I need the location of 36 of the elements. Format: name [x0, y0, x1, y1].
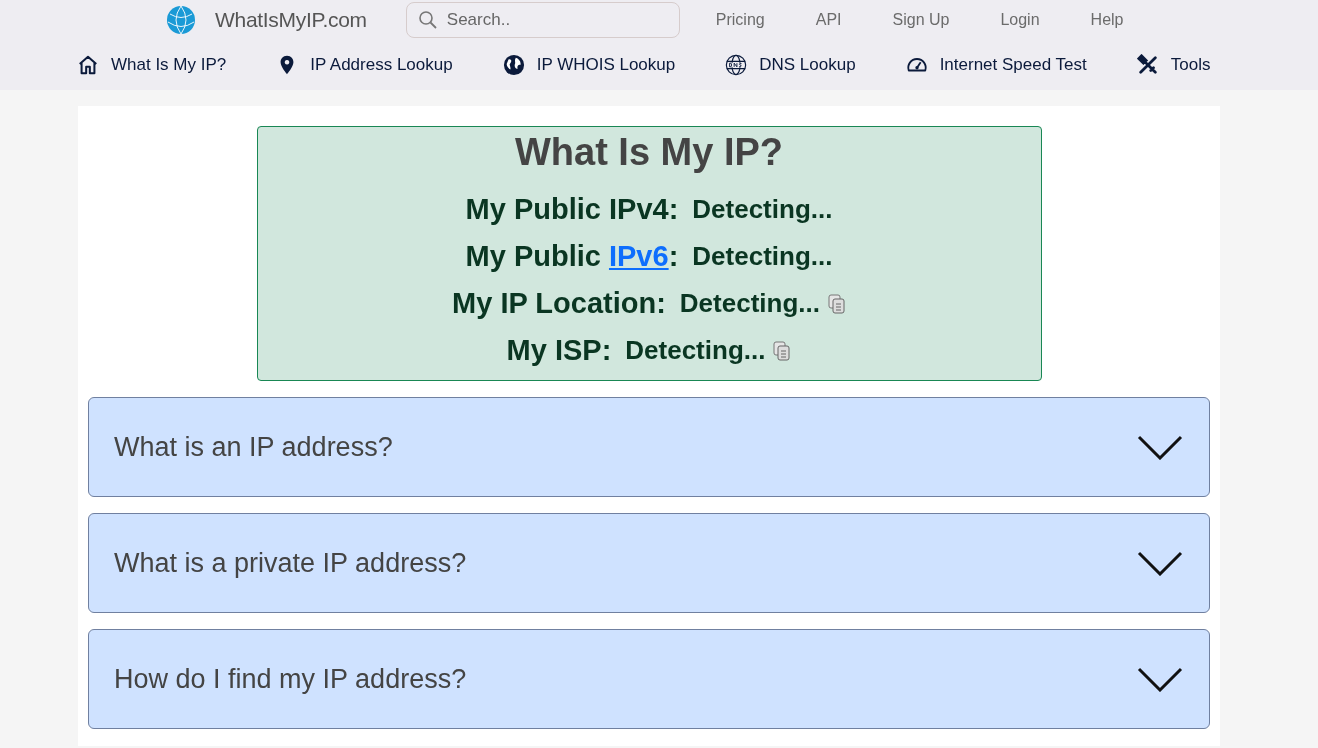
- search-field[interactable]: Search..: [405, 2, 680, 38]
- tools-icon: [1136, 54, 1159, 76]
- nav-link[interactable]: DNS Lookup: [759, 55, 856, 75]
- info-label: My Public IPv4:: [465, 193, 679, 226]
- info-label: My ISP:: [506, 334, 612, 367]
- chevron-icon: [1137, 550, 1183, 576]
- info-value: Detecting...: [692, 241, 833, 272]
- site-logo-text[interactable]: WhatIsMyIP.com: [215, 8, 367, 32]
- chevron-icon: [1137, 666, 1183, 692]
- nav-link[interactable]: Internet Speed Test: [939, 55, 1087, 75]
- globe-logo-icon[interactable]: [166, 5, 196, 35]
- copy-icon[interactable]: [827, 293, 846, 314]
- copy-icon[interactable]: [773, 340, 792, 361]
- header-link[interactable]: Login: [1000, 11, 1040, 29]
- nav-link[interactable]: What Is My IP?: [111, 55, 227, 75]
- home-icon: [77, 54, 99, 76]
- info-value: Detecting...: [625, 335, 766, 366]
- info-label: My IP Location:: [452, 287, 666, 320]
- header-link[interactable]: Sign Up: [892, 11, 950, 29]
- nav-link[interactable]: IP WHOIS Lookup: [536, 55, 676, 75]
- faq-accordion[interactable]: What is an IP address?: [88, 397, 1210, 497]
- search-icon: [417, 10, 438, 30]
- panel-title: What Is My IP?: [513, 131, 785, 174]
- dns-globe-icon: [725, 54, 748, 76]
- nav-link[interactable]: IP Address Lookup: [310, 55, 453, 75]
- faq-accordion[interactable]: What is a private IP address?: [88, 513, 1210, 613]
- nav-link[interactable]: Tools: [1170, 55, 1211, 75]
- info-label: My Public IPv6:: [465, 240, 679, 273]
- header-link[interactable]: Pricing: [715, 11, 765, 29]
- info-value: Detecting...: [692, 194, 833, 225]
- header-link[interactable]: Help: [1090, 11, 1124, 29]
- header-link[interactable]: API: [815, 11, 842, 29]
- chevron-icon: [1137, 434, 1183, 460]
- faq-accordion[interactable]: How do I find my IP address?: [88, 629, 1210, 729]
- info-value: Detecting...: [679, 288, 820, 319]
- globe-icon: [502, 54, 525, 76]
